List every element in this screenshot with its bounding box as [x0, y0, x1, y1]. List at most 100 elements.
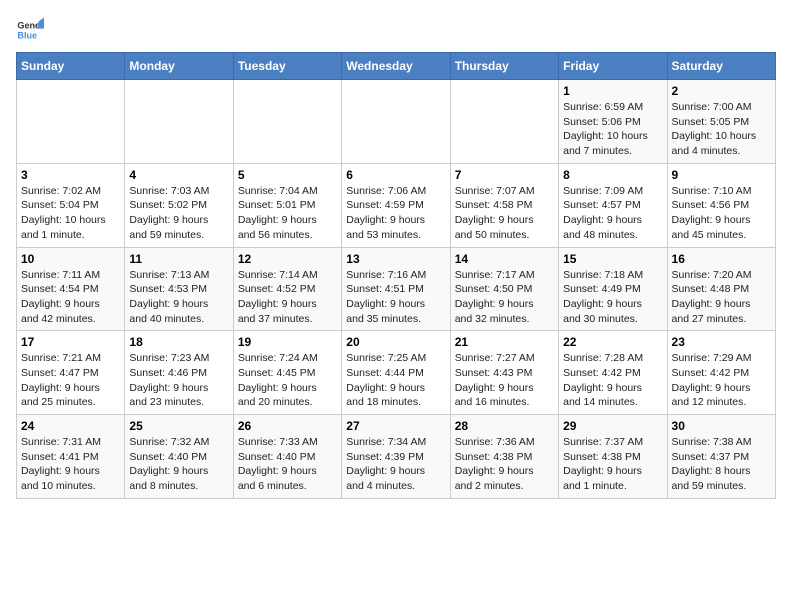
day-info: Sunrise: 7:32 AM Sunset: 4:40 PM Dayligh… [129, 435, 228, 494]
day-number: 3 [21, 168, 120, 182]
day-number: 18 [129, 335, 228, 349]
logo: General Blue [16, 16, 48, 44]
calendar-cell [233, 80, 341, 164]
day-info: Sunrise: 7:24 AM Sunset: 4:45 PM Dayligh… [238, 351, 337, 410]
day-info: Sunrise: 7:07 AM Sunset: 4:58 PM Dayligh… [455, 184, 554, 243]
day-info: Sunrise: 7:23 AM Sunset: 4:46 PM Dayligh… [129, 351, 228, 410]
day-number: 19 [238, 335, 337, 349]
day-number: 14 [455, 252, 554, 266]
day-number: 28 [455, 419, 554, 433]
weekday-header: Monday [125, 53, 233, 80]
day-info: Sunrise: 7:11 AM Sunset: 4:54 PM Dayligh… [21, 268, 120, 327]
calendar-cell [342, 80, 450, 164]
day-info: Sunrise: 7:14 AM Sunset: 4:52 PM Dayligh… [238, 268, 337, 327]
day-info: Sunrise: 7:37 AM Sunset: 4:38 PM Dayligh… [563, 435, 662, 494]
day-info: Sunrise: 7:02 AM Sunset: 5:04 PM Dayligh… [21, 184, 120, 243]
day-info: Sunrise: 7:13 AM Sunset: 4:53 PM Dayligh… [129, 268, 228, 327]
calendar-week-row: 10 Sunrise: 7:11 AM Sunset: 4:54 PM Dayli… [17, 247, 776, 331]
calendar-cell: 21Sunrise: 7:27 AM Sunset: 4:43 PM Dayli… [450, 331, 558, 415]
day-info: Sunrise: 7:27 AM Sunset: 4:43 PM Dayligh… [455, 351, 554, 410]
calendar-cell: 18 Sunrise: 7:23 AM Sunset: 4:46 PM Dayli… [125, 331, 233, 415]
calendar-cell: 8Sunrise: 7:09 AM Sunset: 4:57 PM Daylig… [559, 163, 667, 247]
day-info: Sunrise: 7:10 AM Sunset: 4:56 PM Dayligh… [672, 184, 771, 243]
calendar-cell: 13 Sunrise: 7:16 AM Sunset: 4:51 PM Dayli… [342, 247, 450, 331]
calendar-cell: 6 Sunrise: 7:06 AM Sunset: 4:59 PM Daylig… [342, 163, 450, 247]
day-number: 5 [238, 168, 337, 182]
day-number: 30 [672, 419, 771, 433]
weekday-header: Sunday [17, 53, 125, 80]
day-number: 25 [129, 419, 228, 433]
calendar-week-row: 1 Sunrise: 6:59 AM Sunset: 5:06 PM Daylig… [17, 80, 776, 164]
day-number: 11 [129, 252, 228, 266]
day-info: Sunrise: 7:33 AM Sunset: 4:40 PM Dayligh… [238, 435, 337, 494]
day-number: 16 [672, 252, 771, 266]
day-info: Sunrise: 7:06 AM Sunset: 4:59 PM Dayligh… [346, 184, 445, 243]
weekday-header: Wednesday [342, 53, 450, 80]
calendar-cell: 30Sunrise: 7:38 AM Sunset: 4:37 PM Dayli… [667, 415, 775, 499]
calendar-cell: 15 Sunrise: 7:18 AM Sunset: 4:49 PM Dayli… [559, 247, 667, 331]
day-info: Sunrise: 7:29 AM Sunset: 4:42 PM Dayligh… [672, 351, 771, 410]
calendar-cell: 27 Sunrise: 7:34 AM Sunset: 4:39 PM Dayli… [342, 415, 450, 499]
day-number: 26 [238, 419, 337, 433]
day-info: Sunrise: 7:34 AM Sunset: 4:39 PM Dayligh… [346, 435, 445, 494]
day-info: Sunrise: 7:31 AM Sunset: 4:41 PM Dayligh… [21, 435, 120, 494]
day-number: 10 [21, 252, 120, 266]
weekday-header: Friday [559, 53, 667, 80]
day-info: Sunrise: 7:25 AM Sunset: 4:44 PM Dayligh… [346, 351, 445, 410]
day-info: Sunrise: 7:03 AM Sunset: 5:02 PM Dayligh… [129, 184, 228, 243]
day-info: Sunrise: 7:04 AM Sunset: 5:01 PM Dayligh… [238, 184, 337, 243]
day-number: 12 [238, 252, 337, 266]
page-header: General Blue [16, 16, 776, 44]
day-number: 2 [672, 84, 771, 98]
calendar-cell: 20 Sunrise: 7:25 AM Sunset: 4:44 PM Dayli… [342, 331, 450, 415]
calendar-cell: 2 Sunrise: 7:00 AM Sunset: 5:05 PM Daylig… [667, 80, 775, 164]
day-info: Sunrise: 7:36 AM Sunset: 4:38 PM Dayligh… [455, 435, 554, 494]
day-info: Sunrise: 7:21 AM Sunset: 4:47 PM Dayligh… [21, 351, 120, 410]
calendar-cell: 17 Sunrise: 7:21 AM Sunset: 4:47 PM Dayli… [17, 331, 125, 415]
calendar-cell: 4 Sunrise: 7:03 AM Sunset: 5:02 PM Daylig… [125, 163, 233, 247]
svg-text:Blue: Blue [17, 30, 37, 40]
day-number: 9 [672, 168, 771, 182]
calendar-cell [450, 80, 558, 164]
day-number: 27 [346, 419, 445, 433]
day-number: 4 [129, 168, 228, 182]
calendar-table: SundayMondayTuesdayWednesdayThursdayFrid… [16, 52, 776, 499]
weekday-header: Tuesday [233, 53, 341, 80]
calendar-cell: 7 Sunrise: 7:07 AM Sunset: 4:58 PM Daylig… [450, 163, 558, 247]
calendar-cell [125, 80, 233, 164]
day-number: 15 [563, 252, 662, 266]
day-number: 7 [455, 168, 554, 182]
day-number: 20 [346, 335, 445, 349]
calendar-week-row: 17 Sunrise: 7:21 AM Sunset: 4:47 PM Dayli… [17, 331, 776, 415]
day-info: Sunrise: 7:17 AM Sunset: 4:50 PM Dayligh… [455, 268, 554, 327]
logo-icon: General Blue [16, 16, 44, 44]
day-number: 17 [21, 335, 120, 349]
calendar-cell: 19 Sunrise: 7:24 AM Sunset: 4:45 PM Dayli… [233, 331, 341, 415]
day-number: 24 [21, 419, 120, 433]
calendar-cell: 3 Sunrise: 7:02 AM Sunset: 5:04 PM Daylig… [17, 163, 125, 247]
calendar-cell: 25 Sunrise: 7:32 AM Sunset: 4:40 PM Dayli… [125, 415, 233, 499]
day-info: Sunrise: 7:09 AM Sunset: 4:57 PM Dayligh… [563, 184, 662, 243]
calendar-cell: 14 Sunrise: 7:17 AM Sunset: 4:50 PM Dayli… [450, 247, 558, 331]
calendar-week-row: 3 Sunrise: 7:02 AM Sunset: 5:04 PM Daylig… [17, 163, 776, 247]
calendar-cell: 24 Sunrise: 7:31 AM Sunset: 4:41 PM Dayli… [17, 415, 125, 499]
calendar-cell: 16Sunrise: 7:20 AM Sunset: 4:48 PM Dayli… [667, 247, 775, 331]
calendar-cell: 23 Sunrise: 7:29 AM Sunset: 4:42 PM Dayli… [667, 331, 775, 415]
day-number: 29 [563, 419, 662, 433]
calendar-week-row: 24 Sunrise: 7:31 AM Sunset: 4:41 PM Dayli… [17, 415, 776, 499]
day-number: 23 [672, 335, 771, 349]
day-number: 6 [346, 168, 445, 182]
day-info: Sunrise: 7:28 AM Sunset: 4:42 PM Dayligh… [563, 351, 662, 410]
calendar-cell: 10 Sunrise: 7:11 AM Sunset: 4:54 PM Dayli… [17, 247, 125, 331]
calendar-header-row: SundayMondayTuesdayWednesdayThursdayFrid… [17, 53, 776, 80]
day-info: Sunrise: 7:18 AM Sunset: 4:49 PM Dayligh… [563, 268, 662, 327]
day-info: Sunrise: 7:16 AM Sunset: 4:51 PM Dayligh… [346, 268, 445, 327]
calendar-cell: 1 Sunrise: 6:59 AM Sunset: 5:06 PM Daylig… [559, 80, 667, 164]
calendar-cell: 28 Sunrise: 7:36 AM Sunset: 4:38 PM Dayli… [450, 415, 558, 499]
weekday-header: Saturday [667, 53, 775, 80]
day-info: Sunrise: 7:00 AM Sunset: 5:05 PM Dayligh… [672, 100, 771, 159]
day-number: 1 [563, 84, 662, 98]
day-number: 13 [346, 252, 445, 266]
day-info: Sunrise: 6:59 AM Sunset: 5:06 PM Dayligh… [563, 100, 662, 159]
weekday-header: Thursday [450, 53, 558, 80]
